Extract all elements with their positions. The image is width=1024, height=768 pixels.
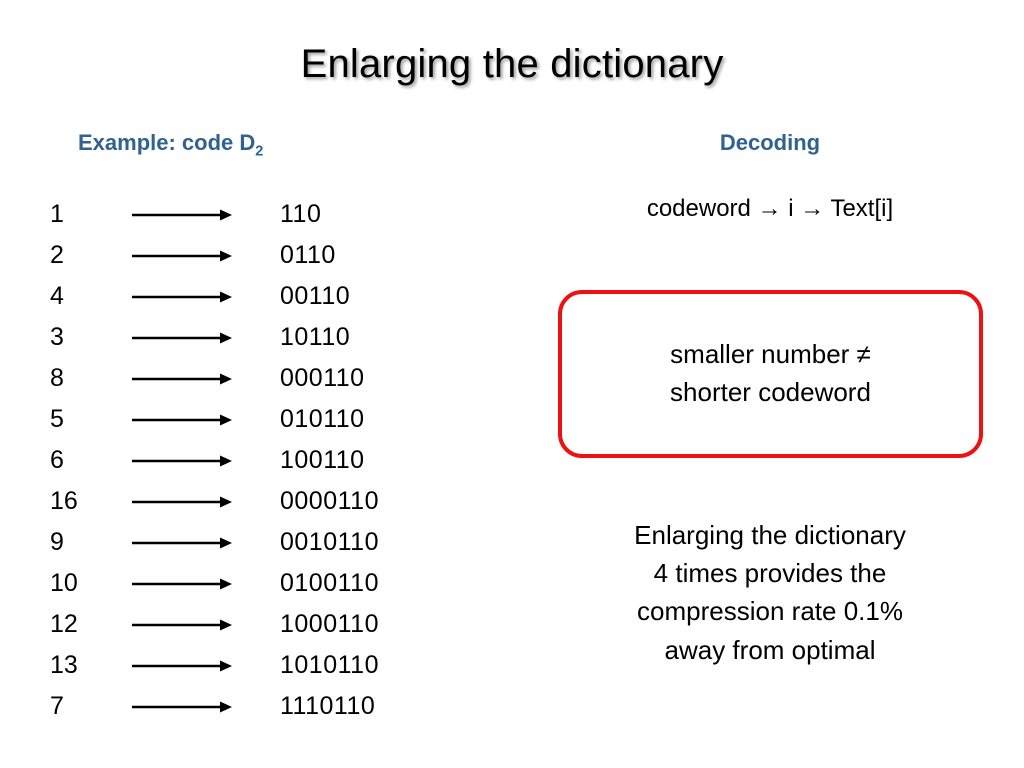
row-index: 8 xyxy=(50,364,64,392)
callout-box: smaller number ≠ shorter codeword xyxy=(558,290,983,458)
row-index: 3 xyxy=(50,323,64,351)
row-codeword: 10110 xyxy=(280,323,351,351)
row-index: 5 xyxy=(50,405,64,433)
row-index: 12 xyxy=(50,610,78,638)
callout-line-2: shorter codeword xyxy=(670,377,871,407)
right-arrow-icon xyxy=(132,658,280,674)
row-codeword: 0110 xyxy=(280,241,336,269)
row-index: 7 xyxy=(50,692,64,720)
right-arrow-icon xyxy=(132,412,280,428)
conclusion-line-3: compression rate 0.1% xyxy=(637,596,903,627)
table-row: 16 0000110 xyxy=(50,481,470,522)
table-row: 10 0100110 xyxy=(50,563,470,604)
table-row: 2 0110 xyxy=(50,235,470,276)
conclusion-line-4: away from optimal xyxy=(664,634,876,665)
right-arrow-icon xyxy=(132,494,280,510)
conclusion-text: Enlarging the dictionary 4 times provide… xyxy=(560,516,980,669)
right-column-heading: Decoding xyxy=(719,130,821,155)
decoding-formula: codeword → i → Text[i] xyxy=(646,195,894,222)
table-row: 1 110 xyxy=(50,194,470,235)
right-arrow-icon xyxy=(132,617,280,633)
row-index: 2 xyxy=(50,241,64,269)
row-codeword: 0000110 xyxy=(280,487,379,515)
row-index: 6 xyxy=(50,446,64,474)
row-codeword: 110 xyxy=(280,200,322,228)
row-index: 13 xyxy=(50,651,78,679)
right-arrow-icon xyxy=(132,699,280,715)
left-column-heading-subscript: 2 xyxy=(255,143,264,160)
row-codeword: 1000110 xyxy=(280,610,379,638)
row-codeword: 00110 xyxy=(280,282,351,310)
right-arrow-icon xyxy=(132,330,280,346)
row-codeword: 1110110 xyxy=(280,692,376,720)
table-row: 12 1000110 xyxy=(50,604,470,645)
row-codeword: 000110 xyxy=(280,364,365,392)
right-arrow-icon xyxy=(132,371,280,387)
left-column-heading: Example: code D2 xyxy=(78,130,264,160)
right-arrow-icon xyxy=(132,248,280,264)
right-arrow-icon xyxy=(132,289,280,305)
table-row: 4 00110 xyxy=(50,276,470,317)
page-title: Enlarging the dictionary xyxy=(300,42,724,86)
row-codeword: 0010110 xyxy=(280,528,379,556)
table-row: 8 000110 xyxy=(50,358,470,399)
table-row: 5 010110 xyxy=(50,399,470,440)
codeword-mapping-list: 1 110 2 0110 4 00110 3 10110 8 000110 5 … xyxy=(50,194,470,727)
right-arrow-icon xyxy=(132,453,280,469)
table-row: 13 1010110 xyxy=(50,645,470,686)
table-row: 9 0010110 xyxy=(50,522,470,563)
conclusion-line-2: 4 times provides the xyxy=(653,558,887,589)
callout-line-1: smaller number ≠ xyxy=(670,339,871,370)
right-arrow-icon xyxy=(132,576,280,592)
conclusion-line-1: Enlarging the dictionary xyxy=(634,520,906,550)
table-row: 3 10110 xyxy=(50,317,470,358)
row-codeword: 100110 xyxy=(280,446,365,474)
left-column-heading-text: Example: code D xyxy=(78,130,256,155)
row-codeword: 1010110 xyxy=(280,651,379,679)
table-row: 7 1110110 xyxy=(50,686,470,727)
row-codeword: 010110 xyxy=(280,405,365,433)
row-codeword: 0100110 xyxy=(280,569,379,597)
row-index: 1 xyxy=(50,200,64,228)
right-arrow-icon xyxy=(132,207,280,223)
right-arrow-icon xyxy=(132,535,280,551)
row-index: 9 xyxy=(50,528,64,556)
row-index: 4 xyxy=(50,282,64,310)
row-index: 16 xyxy=(50,487,78,515)
row-index: 10 xyxy=(50,569,78,597)
table-row: 6 100110 xyxy=(50,440,470,481)
